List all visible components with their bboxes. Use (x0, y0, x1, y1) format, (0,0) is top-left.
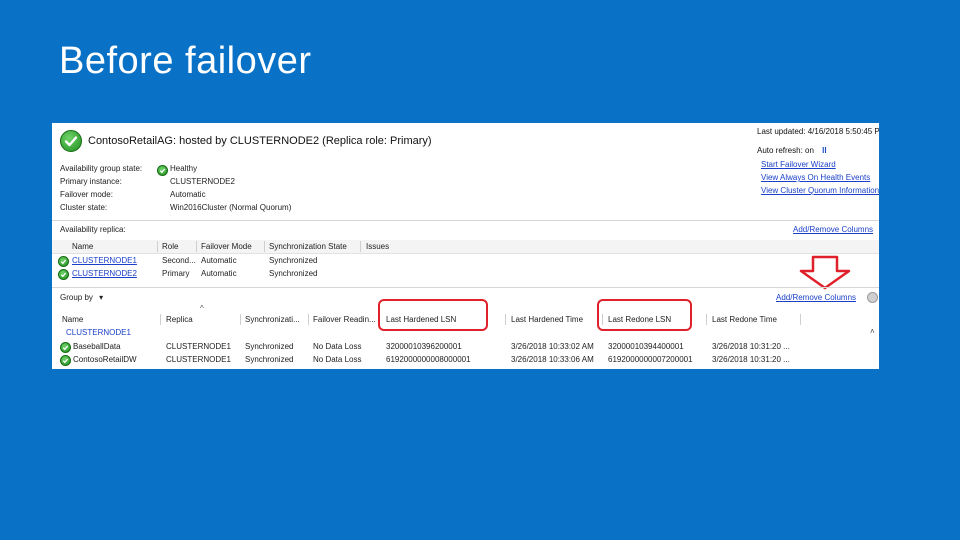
db-hardened-time: 3/26/2018 10:33:06 AM (511, 355, 594, 364)
col-failover-readiness[interactable]: Failover Readin... (313, 315, 376, 324)
column-divider (800, 314, 801, 325)
healthy-check-icon (58, 269, 69, 280)
replica-sync: Synchronized (269, 269, 318, 278)
replica-row[interactable]: CLUSTERNODE1 Second... Automatic Synchro… (52, 255, 879, 267)
column-divider (264, 241, 265, 252)
prop-value: Automatic (170, 190, 206, 199)
prop-value: CLUSTERNODE2 (170, 177, 235, 186)
prop-label: Primary instance: (60, 177, 122, 186)
healthy-check-icon (60, 342, 71, 353)
replicas-add-remove-columns[interactable]: Add/Remove Columns (793, 225, 873, 234)
database-row[interactable]: ContosoRetailDW CLUSTERNODE1 Synchronize… (52, 354, 879, 366)
column-divider (360, 241, 361, 252)
sort-indicator-icon: ^ (200, 304, 204, 313)
divider (52, 287, 879, 288)
highlight-last-redone-lsn (597, 299, 692, 331)
col-issues[interactable]: Issues (366, 242, 389, 251)
start-failover-link[interactable]: Start Failover Wizard (761, 160, 836, 169)
db-replica: CLUSTERNODE1 (166, 342, 231, 351)
replicas-header: Name Role Failover Mode Synchronization … (52, 240, 879, 254)
replica-role: Second... (162, 256, 196, 265)
replica-name-link[interactable]: CLUSTERNODE1 (72, 256, 137, 265)
dashboard-header: ContosoRetailAG: hosted by CLUSTERNODE2 … (52, 123, 879, 159)
col-replica[interactable]: Replica (166, 315, 193, 324)
healthy-check-icon (58, 256, 69, 267)
prop-value: Healthy (170, 164, 198, 173)
db-sync: Synchronized (245, 355, 294, 364)
col-last-hardened-time[interactable]: Last Hardened Time (511, 315, 583, 324)
db-hardened-time: 3/26/2018 10:33:02 AM (511, 342, 594, 351)
column-divider (240, 314, 241, 325)
group-header[interactable]: CLUSTERNODE1 (66, 328, 131, 337)
prop-label: Failover mode: (60, 190, 113, 199)
prop-value: Win2016Cluster (Normal Quorum) (170, 203, 292, 212)
group-by-text: Group by (60, 293, 93, 302)
ag-dashboard-screenshot: ContosoRetailAG: hosted by CLUSTERNODE2 … (52, 123, 879, 369)
prop-label: Availability group state: (60, 164, 143, 173)
healthy-check-icon (60, 130, 82, 152)
database-row[interactable]: BaseballData CLUSTERNODE1 Synchronized N… (52, 341, 879, 353)
db-redone-lsn: 6192000000007200001 (608, 355, 693, 364)
replica-name-link[interactable]: CLUSTERNODE2 (72, 269, 137, 278)
replicas-label: Availability replica: (60, 225, 126, 234)
down-arrow-icon (799, 255, 851, 290)
col-name[interactable]: Name (72, 242, 93, 251)
chevron-up-icon[interactable]: ˄ (870, 327, 875, 336)
col-name[interactable]: Name (62, 315, 83, 324)
db-hardened-lsn: 6192000000008000001 (386, 355, 471, 364)
db-failover: No Data Loss (313, 355, 362, 364)
col-sync[interactable]: Synchronizati... (245, 315, 300, 324)
db-redone-lsn: 32000010394400001 (608, 342, 684, 351)
pause-icon[interactable]: II (822, 146, 826, 155)
column-divider (157, 241, 158, 252)
db-failover: No Data Loss (313, 342, 362, 351)
db-redone-time: 3/26/2018 10:31:20 ... (712, 355, 790, 364)
slide-title: Before failover (59, 40, 312, 82)
col-role[interactable]: Role (162, 242, 178, 251)
column-divider (196, 241, 197, 252)
db-name: BaseballData (73, 342, 121, 351)
quorum-info-link[interactable]: View Cluster Quorum Information (761, 186, 879, 195)
col-failover-mode[interactable]: Failover Mode (201, 242, 252, 251)
db-redone-time: 3/26/2018 10:31:20 ... (712, 342, 790, 351)
column-divider (308, 314, 309, 325)
auto-refresh-label: Auto refresh: on (757, 146, 814, 155)
ag-title: ContosoRetailAG: hosted by CLUSTERNODE2 … (88, 135, 432, 147)
group-by-label[interactable]: Group by ▾ (60, 293, 103, 302)
column-divider (505, 314, 506, 325)
replica-failover: Automatic (201, 269, 237, 278)
db-sync: Synchronized (245, 342, 294, 351)
replica-failover: Automatic (201, 256, 237, 265)
db-hardened-lsn: 32000010396200001 (386, 342, 462, 351)
replica-row[interactable]: CLUSTERNODE2 Primary Automatic Synchroni… (52, 268, 879, 280)
healthy-check-icon (60, 355, 71, 366)
replica-sync: Synchronized (269, 256, 318, 265)
divider (52, 220, 879, 221)
col-last-redone-time[interactable]: Last Redone Time (712, 315, 777, 324)
last-updated: Last updated: 4/16/2018 5:50:45 PM (757, 127, 879, 136)
replica-role: Primary (162, 269, 190, 278)
db-name: ContosoRetailDW (73, 355, 137, 364)
chevron-down-icon: ▾ (99, 293, 104, 302)
highlight-last-hardened-lsn (378, 299, 488, 331)
col-sync-state[interactable]: Synchronization State (269, 242, 347, 251)
healthy-check-icon (157, 165, 168, 176)
db-replica: CLUSTERNODE1 (166, 355, 231, 364)
auto-refresh: Auto refresh: on II (757, 146, 827, 155)
databases-add-remove-columns[interactable]: Add/Remove Columns (776, 293, 856, 302)
column-divider (706, 314, 707, 325)
prop-label: Cluster state: (60, 203, 108, 212)
health-events-link[interactable]: View Always On Health Events (761, 173, 870, 182)
collapse-icon[interactable] (867, 292, 878, 303)
column-divider (160, 314, 161, 325)
